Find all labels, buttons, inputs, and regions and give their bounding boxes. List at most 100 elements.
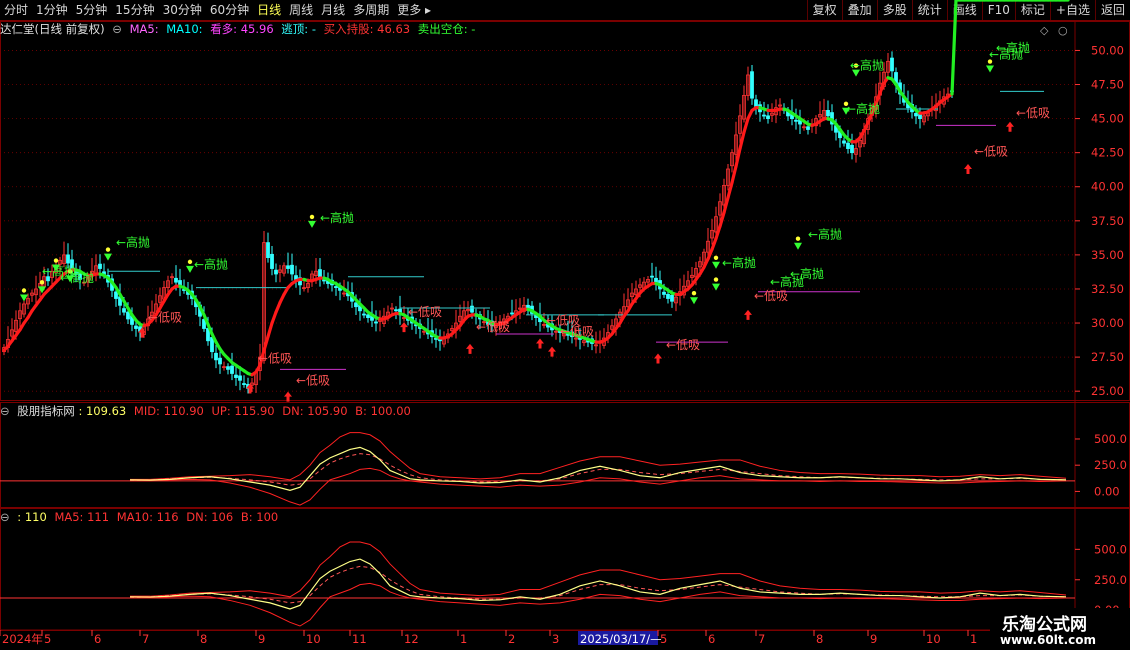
gaochou-label: ←高抛: [320, 210, 354, 225]
candle-body: [670, 294, 674, 302]
date-label: 7: [142, 632, 149, 646]
date-label: 2: [508, 632, 515, 646]
gaochou-label: ←高抛: [808, 227, 842, 242]
candle-body: [334, 286, 338, 289]
sell-dot-icon: [39, 280, 45, 285]
candle-body: [226, 366, 230, 370]
candle-body: [806, 126, 810, 130]
indicator1-mid: MID: 110.90: [133, 404, 204, 418]
sell-arrow-icon: [308, 220, 316, 228]
candle-body: [842, 140, 846, 144]
ma-segment: [262, 335, 270, 352]
ma-segment: [270, 310, 278, 325]
candle-body: [918, 113, 922, 119]
candle-body: [470, 305, 474, 313]
dixi-label: ←低吸: [754, 289, 788, 303]
candle-body: [174, 277, 178, 283]
ma-segment: [710, 236, 718, 252]
candle-body: [318, 269, 322, 278]
ma-segment: [714, 224, 722, 241]
ind2-y-tick: 500.0: [1094, 542, 1127, 556]
indicator2-legend: ⊖ : 110 MA5: 111 MA10: 116 DN: 106 B: 10…: [0, 509, 282, 525]
close-icon[interactable]: ○: [1058, 24, 1068, 37]
ma-segment: [722, 196, 730, 215]
main-y-tick: 37.50: [1091, 214, 1124, 228]
candle-body: [230, 365, 234, 374]
buy-arrow-icon: [744, 309, 752, 320]
candle-body: [914, 113, 918, 117]
sell-dot-icon: [713, 255, 719, 260]
main-y-tick: 35.00: [1091, 248, 1124, 262]
candle-body: [98, 263, 102, 269]
indicator2-b: B: 100: [240, 510, 279, 524]
main-y-tick: 42.50: [1091, 146, 1124, 160]
sell-empty-label: 卖出空仓: -: [417, 22, 476, 36]
main-legend: 达仁堂(日线 前复权) ⊖ MA5: MA10: 看多: 45.96 逃顶: -…: [0, 21, 479, 37]
buy-arrow-icon: [466, 343, 474, 354]
ma10-label: MA10:: [166, 22, 207, 36]
sell-arrow-icon: [712, 261, 720, 269]
dixi-label: ←低吸: [296, 373, 330, 387]
candle-body: [290, 264, 294, 275]
sell-arrow-icon: [986, 65, 994, 73]
gaochou-label: ←高抛: [194, 257, 228, 272]
candle-body: [826, 110, 830, 117]
ma-segment: [950, 0, 958, 96]
candle-body: [510, 312, 514, 315]
indicator2-ma5: MA5: 111: [54, 510, 110, 524]
dixi-label: ←低吸: [408, 305, 442, 319]
date-label: 1: [970, 632, 977, 646]
candle-body: [114, 291, 118, 299]
ind2-up-line: [130, 541, 1067, 598]
date-label: 3: [552, 632, 559, 646]
indicator1-collapse-icon[interactable]: ⊖: [0, 404, 10, 418]
indicator1-legend: ⊖ 股朋指标网 : 109.63 MID: 110.90 UP: 115.90 …: [0, 403, 415, 419]
ind1-dn-line: [130, 467, 1067, 506]
candle-body: [238, 375, 242, 381]
candle-body: [890, 57, 894, 72]
ma-segment: [726, 181, 734, 200]
indicator2-collapse-icon[interactable]: ⊖: [0, 510, 10, 524]
logo-url: www.60lt.com: [1000, 633, 1097, 647]
candle-body: [122, 308, 126, 313]
sell-arrow-icon: [186, 265, 194, 273]
ma-segment: [266, 321, 274, 339]
ma-segment: [718, 211, 726, 228]
ind1-y-tick: 0.00: [1094, 484, 1120, 498]
sell-dot-icon: [795, 236, 801, 241]
ind2-y-tick: 250.0: [1094, 573, 1127, 587]
sell-dot-icon: [309, 214, 315, 220]
sell-dot-icon: [21, 288, 27, 293]
stock-chart[interactable]: 50.0047.5045.0042.5040.0037.5035.0032.50…: [0, 0, 1130, 650]
sell-dot-icon: [187, 259, 193, 265]
candle-body: [354, 302, 358, 308]
gaochou-label: ←高抛: [722, 255, 756, 270]
gaochou-label: ←高抛: [42, 263, 76, 278]
watermark-logo: 乐淘公式网 www.60lt.com: [990, 608, 1130, 650]
settings-circle-icon[interactable]: ⊖: [112, 22, 122, 36]
date-label: 9: [870, 632, 877, 646]
indicator1-up: UP: 115.90: [211, 404, 275, 418]
candle-body: [662, 291, 666, 295]
date-label: 11: [352, 632, 367, 646]
ma-segment: [734, 146, 742, 168]
kanduo-label: 看多: 45.96: [210, 22, 274, 36]
dixi-label: ←低吸: [560, 324, 594, 338]
logo-text: 乐淘公式网: [1002, 615, 1087, 635]
candle-body: [66, 254, 70, 264]
ma5-label: MA5:: [129, 22, 163, 36]
ma-segment: [742, 116, 750, 134]
diamond-icon[interactable]: ◇: [1040, 24, 1048, 37]
ma-segment: [738, 130, 746, 151]
indicator1-title: 股朋指标网: [17, 404, 75, 418]
candle-body: [214, 352, 218, 361]
sell-dot-icon: [53, 258, 59, 263]
candle-body: [234, 374, 238, 378]
panel-frame-2: [0, 508, 1130, 631]
dixi-label: ←低吸: [666, 338, 700, 352]
crosshair-date-label: 2025/03/17/—: [580, 632, 662, 646]
main-y-tick: 27.50: [1091, 350, 1124, 364]
candle-body: [650, 275, 654, 278]
candle-body: [850, 144, 854, 154]
indicator1-dn: DN: 105.90: [282, 404, 348, 418]
